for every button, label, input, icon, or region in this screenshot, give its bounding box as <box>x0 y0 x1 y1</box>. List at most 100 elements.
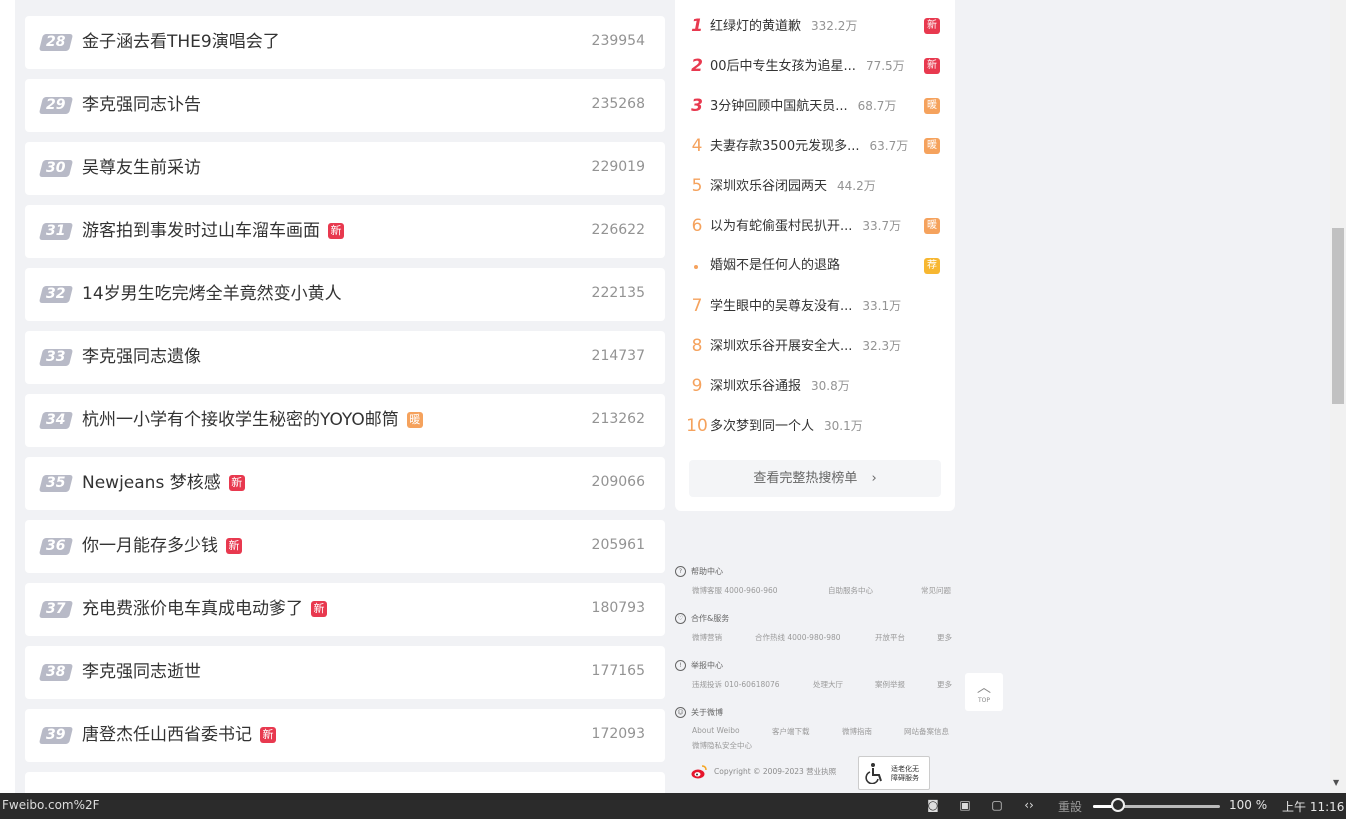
footer-link[interactable]: 微博营销 <box>692 632 722 643</box>
side-hot-link[interactable]: 婚姻不是任何人的退路 <box>710 256 840 276</box>
side-hot-badge: 新 <box>924 18 940 34</box>
topic-badge: 新 <box>226 538 242 554</box>
hot-topic-title: 李克强同志讣告 <box>82 95 201 115</box>
hot-topic-link[interactable]: 李克强同志遗像 <box>82 345 201 369</box>
side-hot-link[interactable]: 红绿灯的黄道歉 332.2万 <box>710 16 857 37</box>
hot-list-row[interactable]: 28 金子涵去看THE9演唱会了 239954 <box>25 16 665 69</box>
footer-link[interactable]: 更多 <box>937 679 952 690</box>
footer-link[interactable]: 违规投诉 010-60618076 <box>692 679 780 690</box>
footer-link[interactable]: 微博隐私安全中心 <box>692 740 752 751</box>
footer-link[interactable]: 客户端下载 <box>772 726 810 737</box>
hot-topic-link[interactable]: 杭州一小学有个接收学生秘密的YOYO邮筒暖 <box>82 408 423 432</box>
about-section: ☺ 关于微博 About Weibo 客户端下载 微博指南 网站备案信息 微博隐私… <box>675 703 957 750</box>
hot-topic-link[interactable]: 金子涵去看THE9演唱会了 <box>82 30 280 54</box>
rank-number: 39 <box>46 727 66 743</box>
status-url: Fweibo.com%2F <box>2 798 100 812</box>
side-hot-link[interactable]: 深圳欢乐谷闭园两天 44.2万 <box>710 176 876 197</box>
rank-badge: 39 <box>38 727 74 744</box>
cooperation-section: ♡ 合作&服务 微博营销 合作热线 4000-980-980 开放平台 更多 <box>675 609 957 656</box>
side-rank: 8 <box>691 336 703 356</box>
hot-topic-link[interactable]: 李克强同志讣告 <box>82 93 201 117</box>
rank-number: 34 <box>46 412 66 428</box>
hot-topic-link[interactable]: 00后UP用肥皂刻出北京城暖 <box>82 786 303 793</box>
side-hot-link[interactable]: 多次梦到同一个人 30.1万 <box>710 416 863 437</box>
hot-list-row[interactable]: 37 充电费涨价电车真成电动爹了新 180793 <box>25 583 665 636</box>
footer-link[interactable]: 网站备案信息 <box>904 726 949 737</box>
hot-list-row[interactable]: 30 吴尊友生前采访 229019 <box>25 142 665 195</box>
hot-list-row[interactable]: 39 唐登杰任山西省委书记新 172093 <box>25 709 665 762</box>
topic-badge: 新 <box>311 601 327 617</box>
hot-list-row[interactable]: 38 李克强同志逝世 177165 <box>25 646 665 699</box>
help-center-section: ? 帮助中心 微博客服 4000-960-960 自助服务中心 常见问题 <box>675 562 957 609</box>
zoom-level: 100 % <box>1229 798 1268 812</box>
side-rank: 4 <box>691 136 703 156</box>
footer-link[interactable]: 开放平台 <box>875 632 905 643</box>
zoom-slider-handle[interactable] <box>1111 798 1125 812</box>
side-hot-badge: 暖 <box>924 218 940 234</box>
footer-link[interactable]: 更多 <box>937 632 952 643</box>
view-full-list-button[interactable]: 查看完整热搜榜单 › <box>689 460 941 497</box>
side-hot-item[interactable]: 6 以为有蛇偷蛋村民扒开... 33.7万 暖 <box>675 216 955 236</box>
side-hot-heat: 30.8万 <box>811 378 850 393</box>
side-hot-item[interactable]: 10 多次梦到同一个人 30.1万 <box>675 416 955 436</box>
hot-list-row[interactable]: 36 你一月能存多少钱新 205961 <box>25 520 665 573</box>
side-hot-link[interactable]: 3分钟回顾中国航天员... 68.7万 <box>710 96 896 117</box>
footer-link[interactable]: 案例举报 <box>875 679 905 690</box>
hot-topic-link[interactable]: 游客拍到事发时过山车溜车画面新 <box>82 219 344 243</box>
hot-topic-title: 金子涵去看THE9演唱会了 <box>82 32 280 52</box>
side-hot-link[interactable]: 00后中专生女孩为追星... 77.5万 <box>710 56 905 77</box>
scroll-down-arrow-icon[interactable]: ▼ <box>1333 778 1339 787</box>
hot-topic-link[interactable]: Newjeans 梦核感新 <box>82 471 245 495</box>
side-hot-item[interactable]: 5 深圳欢乐谷闭园两天 44.2万 <box>675 176 955 196</box>
hot-list-row[interactable]: 34 杭州一小学有个接收学生秘密的YOYO邮筒暖 213262 <box>25 394 665 447</box>
back-to-top-button[interactable]: ︿ TOP <box>965 673 1003 711</box>
rank-badge: 31 <box>38 223 74 240</box>
hot-list-row[interactable]: 35 Newjeans 梦核感新 209066 <box>25 457 665 510</box>
footer-link[interactable]: 微博客服 4000-960-960 <box>692 585 778 596</box>
side-hot-item[interactable]: 8 深圳欢乐谷开展安全大... 32.3万 <box>675 336 955 356</box>
hot-topic-link[interactable]: 吴尊友生前采访 <box>82 156 201 180</box>
camera-icon[interactable]: ◙ <box>926 799 940 812</box>
side-hot-link[interactable]: 深圳欢乐谷通报 30.8万 <box>710 376 850 397</box>
side-hot-heat: 77.5万 <box>865 58 905 73</box>
footer-link[interactable]: 合作热线 4000-980-980 <box>755 632 841 643</box>
hot-topic-link[interactable]: 充电费涨价电车真成电动爹了新 <box>82 597 327 621</box>
hot-topic-link[interactable]: 你一月能存多少钱新 <box>82 534 242 558</box>
side-hot-item[interactable]: 3 3分钟回顾中国航天员... 68.7万 暖 <box>675 96 955 116</box>
side-hot-item[interactable]: 婚姻不是任何人的退路 荐 <box>675 256 955 276</box>
hot-list-row[interactable]: 32 14岁男生吃完烤全羊竟然变小黄人 222135 <box>25 268 665 321</box>
side-hot-item[interactable]: 2 00后中专生女孩为追星... 77.5万 新 <box>675 56 955 76</box>
rank-badge: 33 <box>38 349 74 366</box>
side-hot-link[interactable]: 深圳欢乐谷开展安全大... 32.3万 <box>710 336 901 357</box>
code-icon[interactable]: ‹› <box>1022 799 1036 812</box>
footer-link[interactable]: 处理大厅 <box>813 679 843 690</box>
hot-topic-link[interactable]: 14岁男生吃完烤全羊竟然变小黄人 <box>82 282 342 306</box>
reset-zoom-button[interactable]: 重設 <box>1058 798 1082 815</box>
scrollbar-thumb[interactable] <box>1332 228 1344 404</box>
side-hot-link[interactable]: 学生眼中的吴尊友没有... 33.1万 <box>710 296 901 317</box>
side-hot-item[interactable]: 1 红绿灯的黄道歉 332.2万 新 <box>675 16 955 36</box>
side-hot-link[interactable]: 夫妻存款3500元发现多... 63.7万 <box>710 136 908 157</box>
side-hot-link[interactable]: 以为有蛇偷蛋村民扒开... 33.7万 <box>710 216 901 237</box>
image-icon[interactable]: ▣ <box>958 799 972 812</box>
hot-list-row[interactable]: 00后UP用肥皂刻出北京城暖 <box>25 772 665 793</box>
hot-list-row[interactable]: 29 李克强同志讣告 235268 <box>25 79 665 132</box>
footer-link[interactable]: 微博指南 <box>842 726 872 737</box>
hot-count: 229019 <box>591 159 645 175</box>
side-hot-heat: 68.7万 <box>857 98 897 113</box>
side-rank: 3 <box>691 96 703 116</box>
hot-list-row[interactable]: 31 游客拍到事发时过山车溜车画面新 226622 <box>25 205 665 258</box>
hot-topic-link[interactable]: 李克强同志逝世 <box>82 660 201 684</box>
footer-link[interactable]: About Weibo <box>692 726 740 735</box>
footer-link[interactable]: 常见问题 <box>921 585 951 596</box>
window-icon[interactable]: ▢ <box>990 799 1004 812</box>
footer-link[interactable]: 自助服务中心 <box>828 585 873 596</box>
accessibility-badge[interactable]: 适老化无障碍服务 <box>858 756 930 790</box>
hot-topic-title: 充电费涨价电车真成电动爹了 <box>82 599 303 619</box>
side-hot-title: 深圳欢乐谷开展安全大... <box>710 338 853 354</box>
side-hot-item[interactable]: 7 学生眼中的吴尊友没有... 33.1万 <box>675 296 955 316</box>
hot-topic-link[interactable]: 唐登杰任山西省委书记新 <box>82 723 276 747</box>
side-hot-item[interactable]: 9 深圳欢乐谷通报 30.8万 <box>675 376 955 396</box>
side-hot-item[interactable]: 4 夫妻存款3500元发现多... 63.7万暖 <box>675 136 955 156</box>
hot-list-row[interactable]: 33 李克强同志遗像 214737 <box>25 331 665 384</box>
